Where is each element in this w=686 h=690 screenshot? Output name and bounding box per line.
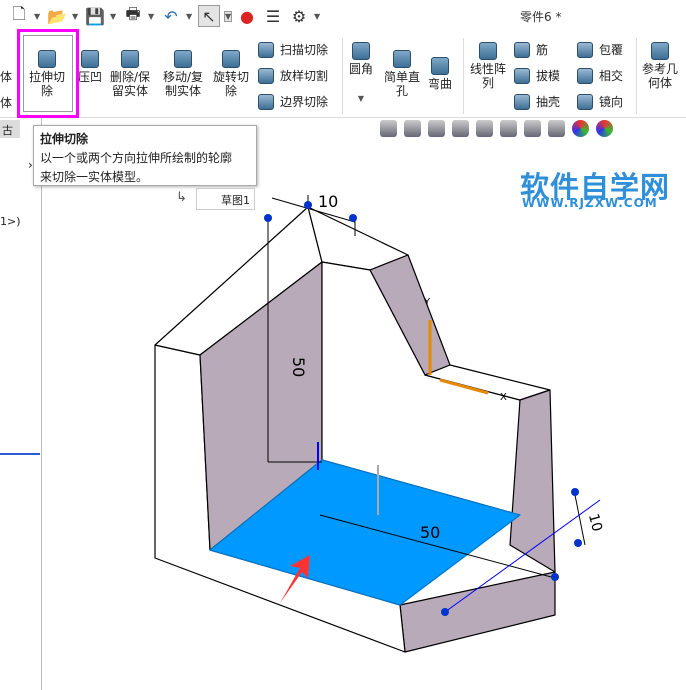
y-axis-label: Y <box>423 297 431 308</box>
dim-side: 10 <box>585 512 605 533</box>
dim-top: 10 <box>318 192 338 211</box>
dim-height: 50 <box>289 357 308 377</box>
dim-width: 50 <box>420 523 440 542</box>
model-viewport[interactable]: 10 50 50 10 Y X <box>0 0 686 690</box>
x-axis-label: X <box>500 392 507 403</box>
